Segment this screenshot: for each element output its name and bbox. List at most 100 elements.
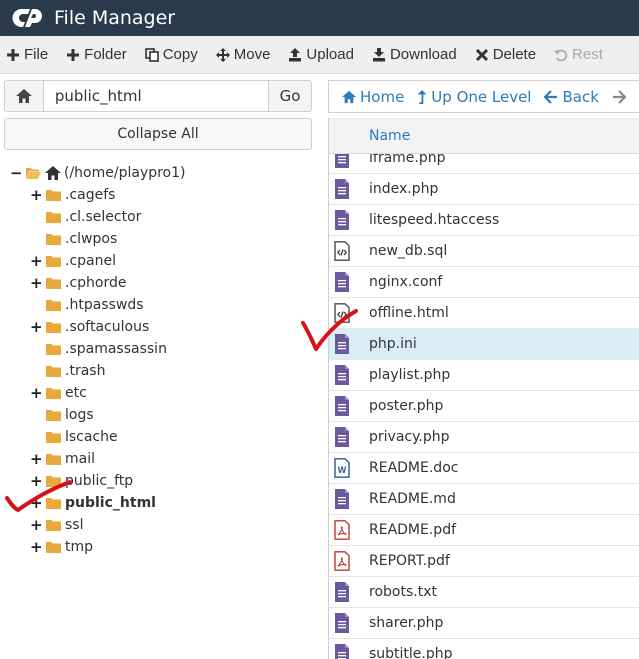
- tree-item[interactable]: + tmp: [30, 536, 93, 558]
- nav-home-button[interactable]: Home: [342, 88, 404, 106]
- tree-item[interactable]: + .cpanel: [30, 250, 116, 272]
- home-button[interactable]: [4, 80, 44, 112]
- name-column-header[interactable]: Name: [369, 128, 410, 144]
- file-row[interactable]: privacy.php: [329, 422, 639, 453]
- tree-item[interactable]: + etc: [30, 382, 87, 404]
- expand-toggle-icon[interactable]: +: [30, 494, 43, 512]
- file-row[interactable]: offline.html: [329, 298, 639, 329]
- pdf-file-icon: [334, 551, 350, 571]
- file-name: README.doc: [369, 460, 459, 476]
- file-row[interactable]: REPORT.pdf: [329, 546, 639, 577]
- nav-forward-button[interactable]: [612, 89, 630, 104]
- word-file-icon: W: [334, 458, 350, 478]
- file-name: README.md: [369, 491, 456, 507]
- tree-item[interactable]: .spamassassin: [30, 338, 167, 360]
- tree-item[interactable]: .cl.selector: [30, 206, 141, 228]
- folder-icon: [46, 190, 61, 201]
- text-file-icon: [335, 582, 349, 602]
- delete-button[interactable]: Delete: [469, 36, 548, 73]
- upload-button[interactable]: Upload: [282, 36, 366, 73]
- file-row[interactable]: sharer.php: [329, 608, 639, 639]
- file-row[interactable]: robots.txt: [329, 577, 639, 608]
- text-file-icon: [335, 179, 349, 199]
- path-input[interactable]: [43, 80, 270, 112]
- folder-icon: [46, 300, 61, 311]
- new-folder-label: Folder: [84, 46, 127, 63]
- expand-toggle-icon[interactable]: +: [30, 274, 43, 292]
- tree-item-label: .cphorde: [65, 275, 127, 291]
- file-row[interactable]: W README.doc: [329, 453, 639, 484]
- expand-toggle-icon[interactable]: +: [30, 450, 43, 468]
- file-name: README.pdf: [369, 522, 457, 538]
- tree-item[interactable]: + .cphorde: [30, 272, 126, 294]
- folder-icon: [46, 454, 61, 465]
- expand-toggle-icon[interactable]: +: [30, 252, 43, 270]
- go-button[interactable]: Go: [269, 80, 312, 112]
- text-file-icon: [335, 489, 349, 509]
- file-row[interactable]: poster.php: [329, 391, 639, 422]
- file-row[interactable]: README.md: [329, 484, 639, 515]
- file-row[interactable]: php.ini: [329, 329, 639, 360]
- tree-root[interactable]: − (/home/playpro1): [10, 162, 186, 184]
- tree-item-label: .cl.selector: [65, 209, 142, 225]
- folder-icon: [46, 476, 61, 487]
- tree-item[interactable]: lscache: [30, 426, 118, 448]
- download-label: Download: [389, 46, 457, 63]
- tree-item-label: public_ftp: [65, 473, 134, 489]
- upload-icon: [289, 47, 302, 61]
- new-folder-button[interactable]: Folder: [60, 36, 139, 73]
- file-name: privacy.php: [369, 429, 450, 445]
- file-row[interactable]: subtitle.php: [329, 639, 639, 659]
- new-file-button[interactable]: File: [0, 36, 60, 73]
- copy-button[interactable]: Copy: [139, 36, 210, 73]
- tree-item[interactable]: + .cagefs: [30, 184, 115, 206]
- file-row[interactable]: new_db.sql: [329, 236, 639, 267]
- nav-up-button[interactable]: Up One Level: [417, 88, 531, 106]
- expand-toggle-icon[interactable]: +: [30, 186, 43, 204]
- pdf-file-icon: [334, 520, 350, 540]
- file-name: poster.php: [369, 398, 444, 414]
- copy-label: Copy: [162, 46, 198, 63]
- tree-item-label: mail: [65, 451, 95, 467]
- tree-item[interactable]: + ssl: [30, 514, 83, 536]
- file-row[interactable]: litespeed.htaccess: [329, 205, 639, 236]
- text-file-icon: [335, 644, 349, 659]
- folder-icon: [46, 432, 61, 443]
- tree-item[interactable]: + .softaculous: [30, 316, 149, 338]
- tree-item[interactable]: .htpasswds: [30, 294, 144, 316]
- tree-item[interactable]: .trash: [30, 360, 105, 382]
- restore-icon: [554, 49, 568, 61]
- collapse-all-button[interactable]: Collapse All: [4, 118, 312, 150]
- folder-icon: [46, 322, 61, 333]
- expand-toggle-icon[interactable]: +: [30, 472, 43, 490]
- folder-icon: [46, 278, 61, 289]
- move-button[interactable]: Move: [210, 36, 283, 73]
- file-name: offline.html: [369, 305, 449, 321]
- file-row[interactable]: index.php: [329, 174, 639, 205]
- tree-item[interactable]: + public_ftp: [30, 470, 133, 492]
- download-button[interactable]: Download: [366, 36, 469, 73]
- toolbar: File Folder Copy Move Upload Download De…: [0, 36, 639, 74]
- nav-back-button[interactable]: Back: [544, 88, 599, 106]
- tree-item[interactable]: + public_html: [30, 492, 156, 514]
- tree-item[interactable]: + mail: [30, 448, 95, 470]
- file-row[interactable]: nginx.conf: [329, 267, 639, 298]
- file-row[interactable]: playlist.php: [329, 360, 639, 391]
- list-header: Name: [329, 118, 639, 154]
- expand-toggle-icon[interactable]: +: [30, 516, 43, 534]
- tree-item[interactable]: .clwpos: [30, 228, 117, 250]
- tree-item-label: .trash: [65, 363, 106, 379]
- tree-item-label: .htpasswds: [65, 297, 144, 313]
- tree-item-label: lscache: [65, 429, 118, 445]
- tree-item-label: .softaculous: [65, 319, 150, 335]
- expand-toggle-icon[interactable]: +: [30, 318, 43, 336]
- cpanel-logo-icon: [12, 8, 42, 27]
- file-row[interactable]: README.pdf: [329, 515, 639, 546]
- expand-toggle-icon[interactable]: +: [30, 538, 43, 556]
- expand-toggle-icon[interactable]: +: [30, 384, 43, 402]
- tree-item[interactable]: logs: [30, 404, 94, 426]
- folder-icon: [46, 388, 61, 399]
- text-file-icon: [335, 272, 349, 292]
- restore-button[interactable]: Rest: [548, 36, 615, 73]
- collapse-toggle-icon[interactable]: −: [10, 164, 23, 182]
